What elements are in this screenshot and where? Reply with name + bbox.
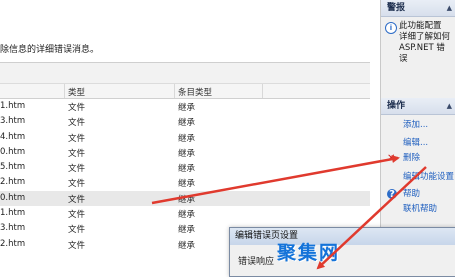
table-header: 类型 条目类型	[0, 84, 370, 99]
table-row[interactable]: 0.htm 文件 继承	[0, 145, 370, 160]
alert-text: 此功能配置 详细了解如何 ASP.NET 错误	[399, 21, 453, 65]
alerts-header-label: 警报	[387, 3, 406, 13]
info-icon: i	[385, 22, 397, 34]
table-row[interactable]: 1.htm 文件 继承	[0, 99, 370, 114]
view-description: 除信息的详细错误消息。	[0, 45, 100, 55]
watermark-logo: 聚集网	[277, 242, 341, 264]
table-row[interactable]: 2.htm 文件 继承	[0, 175, 370, 190]
column-header-type[interactable]: 类型	[68, 86, 85, 98]
learn-more-link[interactable]: 详细了解如何	[399, 32, 453, 43]
help-action[interactable]: ? 帮助	[381, 188, 455, 203]
column-divider[interactable]	[174, 84, 175, 98]
table-row[interactable]: 5.htm 文件 继承	[0, 160, 370, 175]
alerts-header[interactable]: 警报 ▲	[381, 0, 455, 17]
edit-feature-settings-action[interactable]: 编辑功能设置	[381, 171, 455, 186]
help-icon: ?	[387, 189, 397, 200]
delete-action[interactable]: ✕ 删除	[381, 152, 455, 167]
error-pages-table: 类型 条目类型 1.htm 文件 继承 3.htm 文件 继承 4.htm 文件 继承 0.…	[0, 62, 370, 252]
edit-action[interactable]: 编辑...	[381, 137, 455, 152]
error-response-label: 错误响应	[238, 257, 275, 267]
alert-box: i 此功能配置 详细了解如何 ASP.NET 错误	[384, 21, 453, 69]
table-row[interactable]: 3.htm 文件 继承	[0, 114, 370, 129]
column-divider[interactable]	[64, 84, 65, 98]
table-row[interactable]: 1.htm 文件 继承	[0, 206, 370, 221]
collapse-icon[interactable]: ▲	[447, 0, 452, 16]
dialog-title[interactable]: 编辑错误页设置	[230, 228, 455, 245]
add-action[interactable]: 添加...	[381, 119, 455, 134]
column-header-entry-type[interactable]: 条目类型	[178, 86, 212, 98]
online-help-action[interactable]: 联机帮助	[381, 203, 455, 218]
actions-header-label: 操作	[387, 101, 406, 111]
edit-error-pages-dialog: 编辑错误页设置 错误响应	[229, 227, 455, 277]
table-row-selected[interactable]: 0.htm 文件 继承	[0, 190, 370, 207]
table-row[interactable]: 4.htm 文件 继承	[0, 130, 370, 145]
column-divider[interactable]	[262, 84, 263, 98]
collapse-icon[interactable]: ▲	[447, 98, 452, 114]
delete-icon: ✕	[387, 153, 396, 164]
actions-header[interactable]: 操作 ▲	[381, 98, 455, 115]
table-toolbar-strip	[0, 62, 370, 84]
